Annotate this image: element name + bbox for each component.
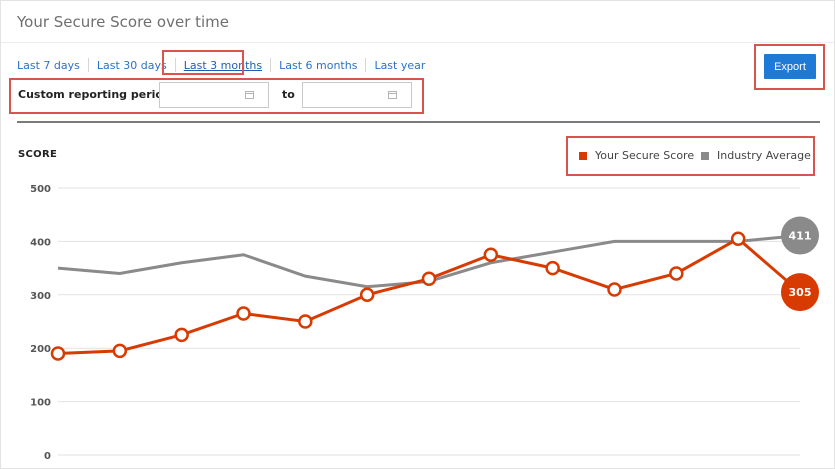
secure-score-point [483,247,499,262]
secure-score-point [50,346,66,361]
secure-score-end-value-label: 305 [789,286,812,299]
secure-score-point [669,266,684,281]
y-tick-label: 200 [30,344,51,355]
secure-score-point [730,231,746,246]
secure-score-point [298,314,313,329]
y-tick-label: 300 [30,291,51,302]
secure-score-point [359,287,375,303]
y-tick-label: 400 [30,237,51,248]
score-chart: 0 100 200 300 400 500 411 305 [30,184,819,462]
secure-score-point [607,282,622,297]
secure-score-point [236,306,251,321]
industry-average-end-value-label: 411 [789,230,812,243]
secure-score-point [421,271,437,287]
secure-score-line [57,236,801,356]
secure-score-point [112,343,128,359]
y-tick-label: 0 [44,451,51,462]
y-tick-label: 100 [30,398,51,409]
y-tick-label: 500 [30,184,51,195]
secure-score-point [545,260,560,276]
secure-score-point [174,327,189,343]
